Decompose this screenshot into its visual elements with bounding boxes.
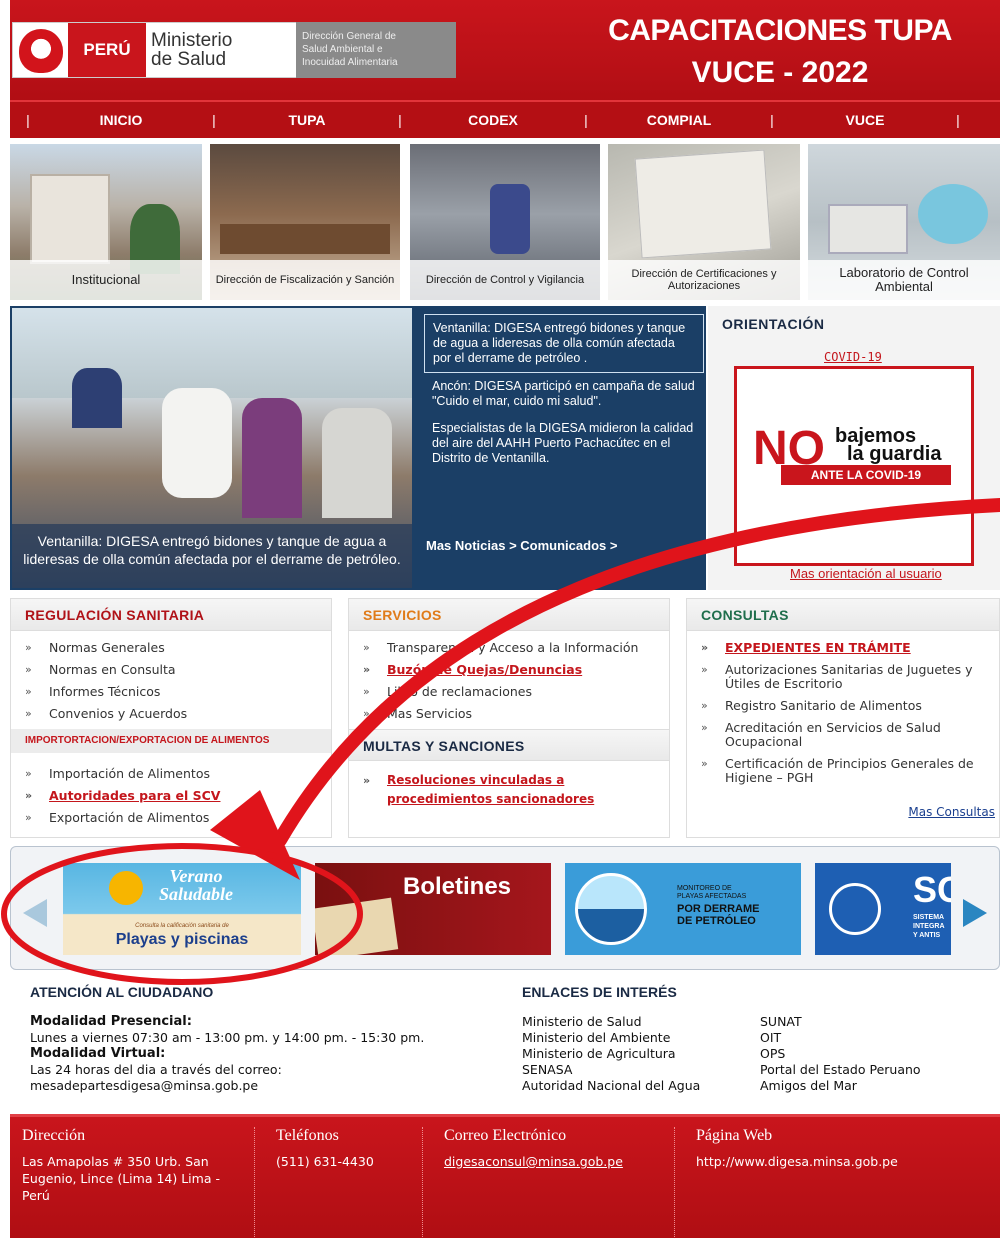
news-item[interactable]: Especialistas de la DIGESA midieron la c… (424, 415, 704, 472)
list-item[interactable]: » Buzón de Quejas/Denuncias (363, 663, 669, 677)
atencion-heading: ATENCIÓN AL CIUDADANO (30, 984, 214, 1000)
list-item[interactable]: » Exportación de Alimentos (25, 811, 331, 825)
nav-codex[interactable]: CODEX (418, 112, 568, 128)
news-photo-caption: Ventanilla: DIGESA entregó bidones y tan… (12, 524, 412, 588)
list-item[interactable]: » Normas en Consulta (25, 663, 331, 677)
boletines-banner[interactable]: Boletines (315, 863, 551, 955)
ministry-label: Ministerio de Salud (151, 30, 233, 70)
site-header: PERÚ Ministerio de Salud Dirección Gener… (0, 0, 1000, 100)
footer-correo: Correo Electrónico digesaconsul@minsa.go… (444, 1127, 664, 1170)
main-nav: | INICIO | TUPA | CODEX | COMPIAL | VUCE… (10, 100, 1000, 138)
tile-certificaciones[interactable]: Dirección de Certificaciones y Autorizac… (608, 144, 800, 300)
covid-banner[interactable]: NO bajemos la guardia ANTE LA COVID-19 (734, 366, 974, 566)
monitoreo-banner[interactable]: MONITOREO DE PLAYAS AFECTADAS POR DERRAME… (565, 863, 801, 955)
servicios-panel: SERVICIOS » Transparencia y Acceso a la I… (348, 598, 670, 838)
sc-banner[interactable]: SC SISTEMA INTEGRA Y ANTIS (815, 863, 951, 955)
regulacion-panel: REGULACIÓN SANITARIA » Normas Generales »… (10, 598, 332, 838)
list-item[interactable]: » Autorizaciones Sanitarias de Juguetes y… (701, 663, 999, 691)
nav-inicio[interactable]: INICIO (46, 112, 196, 128)
more-news-link[interactable]: Mas Noticias > Comunicados > (426, 538, 617, 553)
list-item[interactable]: » Libro de reclamaciones (363, 685, 669, 699)
consultas-heading: CONSULTAS (687, 599, 999, 631)
header-subtitle[interactable]: VUCE - 2022 (600, 56, 960, 90)
photo-tiles: Institucional Dirección de Fiscalización… (10, 144, 1000, 302)
link-item[interactable]: OIT (760, 1030, 960, 1046)
sun-icon (109, 871, 143, 905)
footer-web-link[interactable]: http://www.digesa.minsa.gob.pe (696, 1153, 986, 1170)
header-title[interactable]: CAPACITACIONES TUPA (600, 14, 960, 48)
tile-laboratorio[interactable]: Laboratorio de Control Ambiental (808, 144, 1000, 300)
orientacion-panel: ORIENTACIÓN COVID-19 NO bajemos la guardi… (708, 306, 1000, 590)
list-item[interactable]: » Normas Generales (25, 641, 331, 655)
consultas-panel: CONSULTAS » EXPEDIENTES EN TRÁMITE » Autor… (686, 598, 1000, 838)
link-item[interactable]: Portal del Estado Peruano (760, 1062, 960, 1078)
servicios-heading: SERVICIOS (349, 599, 669, 631)
link-item[interactable]: OPS (760, 1046, 960, 1062)
link-item[interactable]: SUNAT (760, 1014, 960, 1030)
news-block: Ventanilla: DIGESA entregó bidones y tan… (10, 306, 706, 590)
list-item[interactable]: » Informes Técnicos (25, 685, 331, 699)
news-list: Ventanilla: DIGESA entregó bidones y tan… (424, 314, 704, 472)
footer-email-link[interactable]: digesaconsul@minsa.gob.pe (444, 1153, 664, 1170)
news-item[interactable]: Ancón: DIGESA participó en campaña de sa… (424, 373, 704, 415)
link-item[interactable]: Ministerio del Ambiente (522, 1030, 760, 1046)
nav-tupa[interactable]: TUPA (232, 112, 382, 128)
more-consultas-link[interactable]: Mas Consultas (908, 805, 995, 819)
more-orientacion-link[interactable]: Mas orientación al usuario (790, 566, 942, 581)
footer-direccion: Dirección Las Amapolas # 350 Urb. San Eu… (22, 1127, 220, 1203)
virtual-email[interactable]: mesadepartesdigesa@minsa.gob.pe (30, 1078, 500, 1094)
orientacion-heading: ORIENTACIÓN (722, 316, 825, 332)
verano-saludable-banner[interactable]: Verano Saludable Consulta la calificación… (63, 863, 301, 955)
covid-link[interactable]: COVID-19 (824, 350, 882, 364)
link-item[interactable]: Ministerio de Salud (522, 1014, 760, 1030)
link-item[interactable]: Amigos del Mar (760, 1078, 960, 1094)
presencial-text: Lunes a viernes 07:30 am - 13:00 pm. y 1… (30, 1030, 425, 1045)
sea-globe-icon (575, 873, 647, 945)
tile-control-vigilancia[interactable]: Dirección de Control y Vigilancia (410, 144, 600, 300)
footer-telefonos: Teléfonos (511) 631-4430 (276, 1127, 374, 1169)
regulacion-heading: REGULACIÓN SANITARIA (11, 599, 331, 631)
enlaces-heading: ENLACES DE INTERÉS (522, 984, 677, 1000)
tile-institucional[interactable]: Institucional (10, 144, 202, 300)
banner-carousel: Verano Saludable Consulta la calificación… (10, 846, 1000, 970)
multas-heading: MULTAS Y SANCIONES (349, 729, 669, 761)
carousel-prev-icon[interactable] (23, 899, 47, 927)
list-item[interactable]: » Resoluciones vinculadas a procedimiento… (363, 771, 669, 809)
presencial-label: Modalidad Presencial: (30, 1014, 192, 1029)
atencion-section: ATENCIÓN AL CIUDADANO Modalidad Presenci… (30, 984, 500, 1094)
peru-label: PERÚ (68, 23, 146, 77)
link-item[interactable]: Ministerio de Agricultura (522, 1046, 760, 1062)
link-item[interactable]: SENASA (522, 1062, 760, 1078)
list-item[interactable]: » EXPEDIENTES EN TRÁMITE (701, 641, 999, 655)
list-item[interactable]: » Registro Sanitario de Alimentos (701, 699, 999, 713)
list-item[interactable]: » Convenios y Acuerdos (25, 707, 331, 721)
peru-shield-icon (19, 29, 63, 73)
virtual-text: Las 24 horas del dia a través del correo… (30, 1062, 282, 1077)
link-item[interactable]: Autoridad Nacional del Agua (522, 1078, 760, 1094)
list-item[interactable]: » Transparencia y Acceso a la Información (363, 641, 669, 655)
news-photo[interactable]: Ventanilla: DIGESA entregó bidones y tan… (12, 308, 412, 588)
virtual-label: Modalidad Virtual: (30, 1046, 166, 1061)
list-item[interactable]: » Acreditación en Servicios de Salud Ocup… (701, 721, 999, 749)
enlaces-section: ENLACES DE INTERÉS Ministerio de Salud M… (522, 984, 992, 1094)
list-item[interactable]: » Importación de Alimentos (25, 767, 331, 781)
carousel-next-icon[interactable] (963, 899, 987, 927)
site-footer: Dirección Las Amapolas # 350 Urb. San Eu… (10, 1114, 1000, 1238)
tile-fiscalizacion[interactable]: Dirección de Fiscalización y Sanción (210, 144, 400, 300)
footer-web: Página Web http://www.digesa.minsa.gob.p… (696, 1127, 986, 1170)
list-item[interactable]: » Certificación de Principios Generales d… (701, 757, 999, 785)
list-item[interactable]: » Mas Servicios (363, 707, 669, 721)
minsa-logo[interactable]: PERÚ Ministerio de Salud (12, 22, 302, 78)
list-item[interactable]: » Autoridades para el SCV (25, 789, 331, 803)
nav-vuce[interactable]: VUCE (790, 112, 940, 128)
nav-compial[interactable]: COMPIAL (604, 112, 754, 128)
import-export-heading: IMPORTORTACION/EXPORTACION DE ALIMENTOS (11, 729, 331, 753)
quality-badge-icon (829, 883, 881, 935)
news-item[interactable]: Ventanilla: DIGESA entregó bidones y tan… (424, 314, 704, 373)
digesa-label[interactable]: Dirección General de Salud Ambiental e I… (296, 22, 456, 78)
